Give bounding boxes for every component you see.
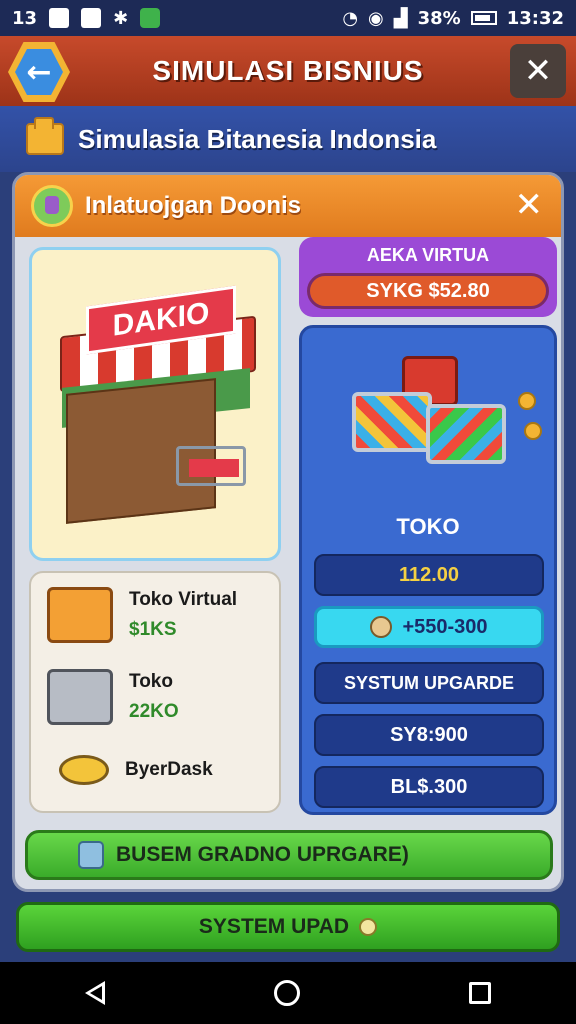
navigation-bar	[0, 962, 576, 1024]
item-list: Toko Virtual $1KS Toko 22KO ByerDask	[29, 571, 281, 813]
subheader: Simulasia Bitanesia Indonsia	[0, 106, 576, 172]
list-item[interactable]: Toko Virtual $1KS	[47, 587, 237, 643]
coin-icon	[524, 422, 542, 440]
cart-icon	[176, 446, 246, 486]
shop-illustration[interactable]: DAKIO	[29, 247, 281, 561]
shield-icon	[140, 8, 161, 28]
folder-icon	[26, 117, 64, 155]
machine-icon	[47, 669, 113, 725]
app-icon	[81, 8, 102, 28]
system-upgrade-button[interactable]: SYSTUM UPGARDE	[314, 662, 544, 704]
item-name: Toko	[129, 671, 173, 692]
item-name: Toko Virtual	[129, 589, 238, 610]
status-bar: 13 ✱ ◔ ◉ ▟ 38% 13:32	[0, 0, 576, 36]
panel-title: Inlatuojgan Doonis	[85, 192, 301, 219]
back-button[interactable]: ←	[8, 42, 70, 102]
nav-back-icon[interactable]	[84, 981, 105, 1005]
title-bar: ← SIMULASI BISNIUS ✕	[0, 36, 576, 106]
store-value: 112.00	[314, 554, 544, 596]
coin-button[interactable]: +550-300	[314, 606, 544, 648]
market-stall-image: DAKIO	[56, 285, 260, 526]
virtual-label: AEKA VIRTUA	[366, 245, 490, 265]
cart-icon	[426, 404, 506, 464]
shopping-carts-image	[342, 352, 542, 502]
grade-upgrade-label: BUSEM GRADNO UPRGARE)	[116, 843, 409, 866]
panel-close-button[interactable]: ✕	[515, 185, 544, 225]
magnifier-icon	[59, 755, 109, 785]
wifi-icon: ◉	[368, 7, 384, 29]
business-panel: Inlatuojgan Doonis ✕ DAKIO Toko Virtual …	[12, 172, 564, 892]
list-item[interactable]: Toko 22KO	[47, 669, 179, 725]
store-title: TOKO	[396, 514, 460, 539]
nav-home-icon[interactable]	[273, 980, 300, 1006]
virtual-shop-header: AEKA VIRTUA SYKG $52.80	[299, 237, 557, 317]
clock: 13:32	[506, 7, 564, 29]
page-title: SIMULASI BISNIUS	[152, 55, 424, 86]
subheader-title: Simulasia Bitanesia Indonsia	[78, 123, 437, 154]
virtual-price[interactable]: SYKG $52.80	[307, 273, 549, 309]
bluetooth-icon: ✱	[113, 7, 129, 29]
alarm-icon: ◔	[342, 7, 359, 29]
right-column: AEKA VIRTUA SYKG $52.80 TOKO 112.00 +550…	[299, 237, 557, 817]
price-button-a[interactable]: SY8:900	[314, 714, 544, 756]
arrow-left-icon: ←	[15, 49, 63, 95]
system-update-label: SYSTEM UPAD	[198, 915, 350, 938]
badge-icon	[31, 185, 73, 227]
play-store-icon	[49, 8, 70, 28]
box-icon	[47, 587, 113, 643]
signal-icon: ▟	[393, 7, 408, 29]
nav-recent-icon[interactable]	[469, 982, 492, 1004]
battery-percent: 38%	[417, 7, 461, 29]
coin-icon	[359, 918, 378, 936]
grade-upgrade-button[interactable]: BUSEM GRADNO UPRGARE)	[25, 830, 553, 880]
system-update-button[interactable]: SYSTEM UPAD	[16, 902, 560, 952]
price-button-b[interactable]: BL$.300	[314, 766, 544, 808]
item-price: 22KO	[129, 701, 179, 722]
item-price: $1KS	[129, 619, 177, 640]
coin-amount: +550-300	[402, 615, 488, 638]
close-button[interactable]: ✕	[510, 44, 566, 98]
coin-bag-icon	[370, 616, 393, 638]
panel-header: Inlatuojgan Doonis ✕	[15, 175, 561, 237]
close-icon: ✕	[523, 51, 553, 91]
battery-icon	[470, 11, 497, 25]
item-name: ByerDask	[125, 759, 213, 780]
status-left-text: 13	[12, 7, 38, 29]
coin-icon	[518, 392, 536, 410]
stack-icon	[78, 841, 104, 869]
cart-icon	[352, 392, 432, 452]
list-item[interactable]: ByerDask	[59, 755, 213, 785]
store-card: TOKO 112.00 +550-300 SYSTUM UPGARDE SY8:…	[299, 325, 557, 815]
